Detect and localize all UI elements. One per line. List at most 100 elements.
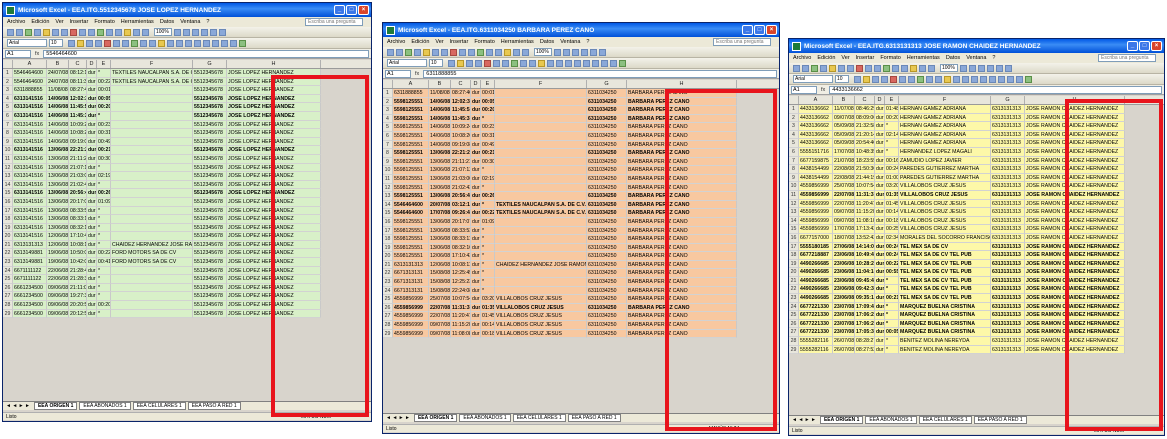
- row-header[interactable]: 28: [3, 301, 13, 310]
- close-button[interactable]: ×: [358, 5, 369, 15]
- table-cell[interactable]: [495, 89, 587, 98]
- format-button-icon[interactable]: [574, 59, 581, 67]
- row-header[interactable]: 14: [3, 180, 13, 190]
- table-cell[interactable]: dur: [471, 260, 481, 270]
- table-cell[interactable]: 5598125551: [393, 157, 429, 167]
- table-cell[interactable]: 25/07/08: [429, 295, 451, 304]
- table-cell[interactable]: 6311034250: [587, 157, 627, 167]
- column-header-g[interactable]: G: [587, 80, 627, 88]
- table-cell[interactable]: dur: [471, 303, 481, 313]
- table-cell[interactable]: ZAMUDIO LOPEZ JAVIER: [899, 156, 991, 166]
- table-cell[interactable]: dur: [471, 295, 481, 304]
- table-cell[interactable]: 11:45:33: [69, 111, 87, 121]
- table-cell[interactable]: 6311034250: [587, 183, 627, 193]
- column-header-d[interactable]: D: [875, 96, 885, 104]
- table-cell[interactable]: 22/06/08: [47, 266, 69, 276]
- menu-item-edición[interactable]: Edición: [411, 39, 429, 45]
- menu-item-?[interactable]: ?: [586, 39, 589, 45]
- table-cell[interactable]: 00:41: [97, 258, 111, 267]
- table-cell[interactable]: 5512345678: [193, 249, 227, 259]
- table-cell[interactable]: 13/06/08: [429, 149, 451, 158]
- table-cell[interactable]: dur: [875, 139, 885, 148]
- toolbar-button-icon[interactable]: [88, 28, 95, 36]
- table-cell[interactable]: 14/06/08: [47, 129, 69, 138]
- table-cell[interactable]: 6313131313: [991, 105, 1025, 114]
- table-cell[interactable]: 00:16: [885, 156, 899, 166]
- toolbar-button-icon[interactable]: [387, 48, 394, 56]
- table-cell[interactable]: 5512345678: [193, 163, 227, 173]
- table-cell[interactable]: 10:09:24: [69, 120, 87, 130]
- table-cell[interactable]: dur: [87, 258, 97, 267]
- column-header-g[interactable]: G: [991, 96, 1025, 104]
- table-cell[interactable]: *: [97, 180, 111, 190]
- row-header[interactable]: 23: [789, 294, 799, 303]
- row-header[interactable]: 28: [789, 337, 799, 346]
- row-header[interactable]: 26: [789, 319, 799, 329]
- table-cell[interactable]: 5512345678: [193, 94, 227, 104]
- table-cell[interactable]: 00:22: [97, 77, 111, 87]
- sheet-tab[interactable]: EEA ABONADOS 1: [459, 414, 511, 422]
- sheet-tab[interactable]: EEA ORIGEN 1: [819, 416, 864, 424]
- format-button-icon[interactable]: [1025, 75, 1032, 83]
- table-cell[interactable]: HERNAN GAMEZ ADRIANA: [899, 105, 991, 114]
- table-cell[interactable]: 5598125551: [393, 183, 429, 193]
- table-cell[interactable]: MARQUEZ BUELNA CRISTINA: [899, 328, 991, 338]
- format-button-icon[interactable]: [194, 39, 201, 47]
- row-header[interactable]: 15: [789, 225, 799, 234]
- table-cell[interactable]: *: [97, 266, 111, 276]
- table-cell[interactable]: dur: [471, 174, 481, 184]
- table-cell[interactable]: 6311888855: [13, 86, 47, 95]
- toolbar-button-icon[interactable]: [838, 64, 845, 72]
- table-cell[interactable]: dur: [471, 89, 481, 98]
- toolbar-button-icon[interactable]: [7, 28, 14, 36]
- table-cell[interactable]: 6313141516: [13, 232, 47, 241]
- format-button-icon[interactable]: [601, 59, 608, 67]
- table-cell[interactable]: 00:49: [481, 140, 495, 150]
- toolbar-button-icon[interactable]: [892, 64, 899, 72]
- table-cell[interactable]: dur: [875, 190, 885, 200]
- table-cell[interactable]: [111, 154, 193, 164]
- row-header[interactable]: 16: [3, 197, 13, 207]
- row-header[interactable]: 17: [789, 242, 799, 252]
- format-button-icon[interactable]: [167, 39, 174, 47]
- toolbar-button-icon[interactable]: [477, 48, 484, 56]
- format-button-icon[interactable]: [619, 59, 626, 67]
- format-button-icon[interactable]: [917, 75, 924, 83]
- table-cell[interactable]: 5512345678: [193, 69, 227, 78]
- row-header[interactable]: 22: [3, 249, 13, 259]
- menu-item-herramientas[interactable]: Herramientas: [907, 55, 940, 61]
- row-header[interactable]: 26: [3, 283, 13, 293]
- table-cell[interactable]: dur: [875, 113, 885, 123]
- table-cell[interactable]: *: [885, 319, 899, 329]
- row-header[interactable]: 13: [789, 208, 799, 217]
- table-cell[interactable]: 21:07:12: [451, 166, 471, 175]
- table-cell[interactable]: 6311034250: [587, 166, 627, 175]
- format-button-icon[interactable]: [511, 59, 518, 67]
- row-header[interactable]: 1: [789, 105, 799, 114]
- row-header[interactable]: 17: [3, 206, 13, 216]
- table-cell[interactable]: 4433136662: [799, 122, 833, 131]
- table-cell[interactable]: 23/06/08: [833, 268, 855, 277]
- table-cell[interactable]: 6671313131: [393, 286, 429, 296]
- table-cell[interactable]: [111, 189, 193, 198]
- font-name-select[interactable]: Arial: [7, 39, 47, 47]
- table-cell[interactable]: 17/07/08: [833, 147, 855, 157]
- table-cell[interactable]: 00:05: [481, 97, 495, 107]
- table-cell[interactable]: [111, 146, 193, 155]
- table-cell[interactable]: 5512345678: [193, 103, 227, 112]
- table-cell[interactable]: 13/06/08: [47, 146, 69, 155]
- table-cell[interactable]: 6313131313: [991, 173, 1025, 183]
- table-cell[interactable]: 20:20:59: [69, 301, 87, 310]
- table-cell[interactable]: 00:20: [97, 301, 111, 310]
- table-cell[interactable]: 02:19: [97, 172, 111, 181]
- table-cell[interactable]: 00:23: [481, 123, 495, 132]
- table-cell[interactable]: *: [885, 122, 899, 131]
- table-cell[interactable]: [111, 111, 193, 121]
- table-cell[interactable]: HERNAN GAMEZ ADRIANA: [899, 130, 991, 140]
- table-cell[interactable]: 5598125551: [393, 243, 429, 253]
- table-cell[interactable]: 05/09/08: [833, 139, 855, 148]
- table-cell[interactable]: dur: [875, 147, 885, 157]
- row-header[interactable]: 11: [3, 154, 13, 164]
- table-cell[interactable]: 20:54:46: [855, 139, 875, 148]
- format-button-icon[interactable]: [122, 39, 129, 47]
